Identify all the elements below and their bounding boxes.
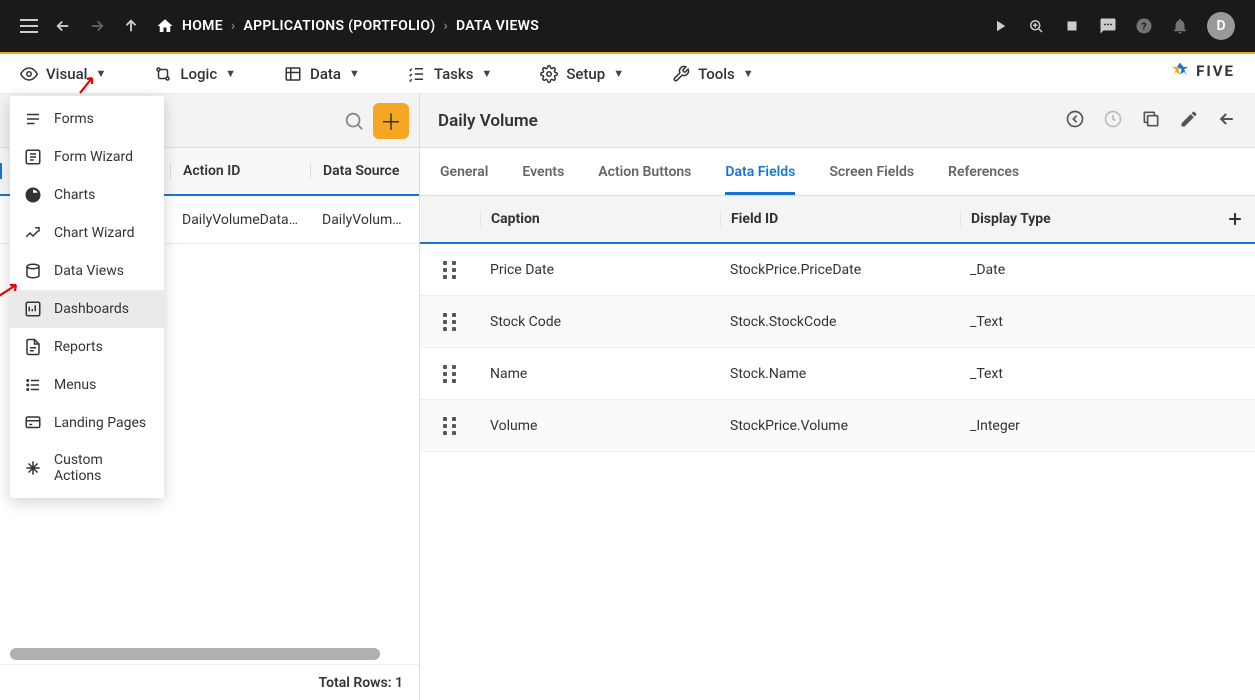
menu-tools[interactable]: Tools▼ [672,65,754,83]
bell-icon[interactable] [1171,17,1189,35]
back-circle-icon[interactable] [1065,109,1085,133]
col-field-id[interactable]: Field ID [720,211,960,227]
brand-logo: FIVE [1170,61,1235,81]
stop-icon[interactable] [1063,17,1081,35]
drag-handle-icon[interactable] [443,313,457,331]
annotation-arrow-icon [0,282,20,298]
app-header: HOME › APPLICATIONS (PORTFOLIO) › DATA V… [0,0,1255,54]
back-button[interactable] [54,17,72,35]
dropdown-item[interactable]: Reports [10,328,164,366]
col-caption[interactable]: Caption [480,211,720,227]
tab-screen-fields[interactable]: Screen Fields [829,150,914,194]
add-button[interactable]: ＋ [373,103,409,139]
svg-text:?: ? [1141,20,1146,33]
cell-display-type: _Text [960,314,1190,330]
history-icon[interactable] [1103,109,1123,133]
dropdown-item[interactable]: Forms [10,100,164,138]
menu-icon[interactable] [20,19,38,33]
avatar[interactable]: D [1207,12,1235,40]
chevron-right-icon: › [231,18,236,34]
cell-caption: Volume [480,418,720,434]
fields-header-row: Caption Field ID Display Type [420,196,1255,244]
help-icon[interactable]: ? [1135,17,1153,35]
tab-events[interactable]: Events [522,150,564,194]
menu-data[interactable]: Data▼ [284,65,360,83]
edit-icon[interactable] [1179,109,1199,133]
col-display-type[interactable]: Display Type [960,211,1190,227]
tab-data-fields[interactable]: Data Fields [725,150,795,194]
chevron-right-icon: › [444,18,449,34]
field-row[interactable]: Price DateStockPrice.PriceDate_Date [420,244,1255,296]
dropdown-item[interactable]: Menus [10,366,164,404]
breadcrumb: HOME › APPLICATIONS (PORTFOLIO) › DATA V… [156,17,539,35]
dropdown-item[interactable]: Dashboards [10,290,164,328]
tab-references[interactable]: References [948,150,1019,194]
tab-general[interactable]: General [440,150,488,194]
annotation-arrow-icon [78,75,96,95]
home-icon [156,17,174,35]
search-icon[interactable] [343,110,365,132]
menu-logic[interactable]: Logic▼ [154,65,236,83]
menu-tasks[interactable]: Tasks▼ [408,65,492,83]
breadcrumb-home[interactable]: HOME [182,18,223,34]
field-row[interactable]: NameStock.Name_Text [420,348,1255,400]
breadcrumb-apps[interactable]: APPLICATIONS (PORTFOLIO) [243,18,435,34]
dropdown-item[interactable]: Data Views [10,252,164,290]
cell-field-id: StockPrice.PriceDate [720,262,960,278]
drag-handle-icon[interactable] [443,261,457,279]
breadcrumb-dataviews[interactable]: DATA VIEWS [456,18,539,34]
five-logo-icon [1170,61,1190,81]
dropdown-item[interactable]: Custom Actions [10,442,164,494]
dropdown-item[interactable]: Chart Wizard [10,214,164,252]
cell-action-id: DailyVolumeData… [170,212,310,228]
dropdown-item[interactable]: Charts [10,176,164,214]
cell-display-type: _Date [960,262,1190,278]
add-field-icon[interactable] [1225,209,1245,229]
drag-handle-icon[interactable] [443,417,457,435]
chat-icon[interactable] [1099,17,1117,35]
cell-field-id: Stock.StockCode [720,314,960,330]
list-footer: Total Rows: 1 [0,664,419,700]
up-button[interactable] [122,17,140,35]
visual-dropdown: FormsForm WizardChartsChart WizardData V… [10,96,164,498]
field-row[interactable]: Stock CodeStock.StockCode_Text [420,296,1255,348]
tabs: General Events Action Buttons Data Field… [420,148,1255,196]
cell-display-type: _Integer [960,418,1190,434]
cell-display-type: _Text [960,366,1190,382]
dropdown-item[interactable]: Landing Pages [10,404,164,442]
col-data-source[interactable]: Data Source [310,163,419,179]
play-icon[interactable] [991,17,1009,35]
forward-button[interactable] [88,17,106,35]
cell-data-source: DailyVolumeQ [310,212,419,228]
copy-icon[interactable] [1141,109,1161,133]
cell-field-id: StockPrice.Volume [720,418,960,434]
cell-caption: Price Date [480,262,720,278]
inspect-icon[interactable] [1027,17,1045,35]
cell-caption: Stock Code [480,314,720,330]
menu-setup[interactable]: Setup▼ [540,65,624,83]
menubar: Visual▼ Logic▼ Data▼ Tasks▼ Setup▼ Tools… [0,54,1255,94]
panel-back-icon[interactable] [1217,109,1237,133]
detail-panel: Daily Volume General Events Action Butto… [420,94,1255,700]
detail-title: Daily Volume [438,111,1065,131]
tab-action-buttons[interactable]: Action Buttons [598,150,691,194]
field-row[interactable]: VolumeStockPrice.Volume_Integer [420,400,1255,452]
cell-caption: Name [480,366,720,382]
col-action-id[interactable]: Action ID [170,163,310,179]
drag-handle-icon[interactable] [443,365,457,383]
horizontal-scrollbar[interactable] [10,648,380,660]
cell-field-id: Stock.Name [720,366,960,382]
dropdown-item[interactable]: Form Wizard [10,138,164,176]
